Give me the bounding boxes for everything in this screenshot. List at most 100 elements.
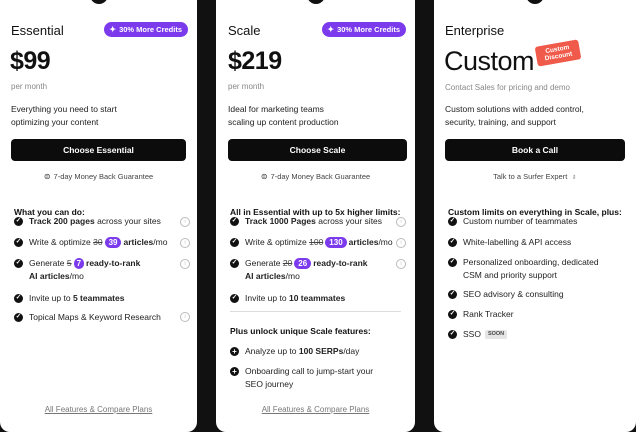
info-icon[interactable]: i [180, 259, 190, 269]
old-value: 100 [309, 237, 324, 247]
feature-item: ✓ SSO SOON [448, 328, 508, 341]
check-icon: ✓ [230, 237, 239, 247]
check-icon: ✓ [448, 216, 457, 226]
feature-text: Onboarding call to jump-start your [245, 366, 374, 376]
feature-bold: articles [348, 237, 379, 247]
plan-description-line: security, training, and support [445, 116, 556, 127]
new-value-pill: 7 [73, 258, 85, 269]
feature-item: ✓ White-labelling & API access [448, 236, 571, 249]
feature-bold: Track 1000 Pages [245, 216, 316, 226]
feature-text: White-labelling & API access [463, 237, 572, 247]
choose-scale-button[interactable]: Choose Scale [228, 139, 407, 161]
info-icon[interactable]: i [396, 217, 406, 227]
soon-badge: SOON [484, 330, 508, 340]
feature-item: ✓ Invite up to 5 teammates [14, 292, 124, 305]
feature-text: SEO journey [245, 378, 294, 389]
plan-name: Enterprise [445, 23, 505, 38]
money-back-guarantee: ⊜ 7-day Money Back Guarantee [0, 172, 197, 181]
feature-text: Generate [245, 258, 281, 268]
credits-badge-label: 30% More Credits [119, 25, 182, 34]
essential-plan-card: Essential ✦ 30% More Credits $99 per mont… [0, 0, 197, 432]
check-icon: ✓ [448, 289, 457, 299]
card-notch [306, 0, 325, 4]
feature-text: Invite up to [245, 293, 287, 303]
feature-text: Write & optimize [29, 237, 91, 247]
check-icon: ✓ [14, 237, 23, 247]
contact-sales-text: Contact Sales for pricing and demo [445, 83, 570, 92]
feature-bold: 100 SERPs [298, 346, 344, 356]
feature-item: ✓ Track 1000 Pages across your sites [230, 215, 382, 228]
feature-item: ✓ Generate 20 26 ready-to-rank AI articles/m… [230, 257, 368, 282]
feature-item: ✓ Custom number of teammates [448, 215, 577, 228]
feature-text: SSO [463, 329, 481, 339]
shield-icon: ⊜ [260, 172, 268, 181]
feature-bold: articles [123, 237, 154, 247]
compare-plans-link[interactable]: All Features & Compare Plans [216, 405, 415, 414]
old-value: 5 [66, 258, 72, 268]
info-icon[interactable]: i [180, 312, 190, 322]
feature-text: Custom number of teammates [463, 216, 578, 226]
plan-description-line: scaling up content production [228, 116, 339, 127]
check-icon: ✓ [448, 257, 457, 267]
plan-description-line: Ideal for marketing teams [228, 104, 324, 114]
divider [230, 311, 401, 312]
feature-bold: 5 teammates [72, 293, 125, 303]
feature-text: /mo [153, 237, 168, 247]
feature-item: ✓ Generate 5 7 ready-to-rank AI articles/mo [14, 257, 140, 282]
feature-text: Write & optimize [245, 237, 307, 247]
new-value-pill: 130 [325, 237, 347, 248]
new-value-pill: 26 [294, 258, 312, 269]
guarantee-text: 7-day Money Back Guarantee [270, 172, 371, 181]
plan-price: $219 [228, 47, 282, 75]
plan-name: Scale [228, 23, 261, 38]
credits-badge: ✦ 30% More Credits [104, 22, 188, 37]
info-icon[interactable]: i [180, 217, 190, 227]
credits-badge-label: 30% More Credits [337, 25, 400, 34]
check-icon: ✓ [448, 237, 457, 247]
feature-text: Personalized onboarding, dedicated [463, 257, 599, 267]
sparkle-icon: ✦ [327, 25, 335, 34]
feature-text: CSM and priority support [463, 269, 558, 280]
lightbulb-icon: ♁ [571, 172, 577, 181]
guarantee-text: 7-day Money Back Guarantee [53, 172, 154, 181]
new-value-pill: 39 [104, 237, 122, 248]
feature-bold: ready-to-rank [86, 258, 141, 268]
info-icon[interactable]: i [396, 238, 406, 248]
check-icon: ✓ [14, 293, 23, 303]
feature-item: ✓ Track 200 pages across your sites [14, 215, 161, 228]
feature-item: + Analyze up to 100 SERPs/day [230, 345, 359, 358]
feature-text: SEO advisory & consulting [463, 289, 564, 299]
feature-text: /mo [378, 237, 393, 247]
plan-price: Custom [444, 46, 535, 76]
feature-text: across your sites [318, 216, 383, 226]
choose-essential-button[interactable]: Choose Essential [11, 139, 186, 161]
plan-description: Everything you need to start optimizing … [11, 103, 191, 128]
plan-description: Ideal for marketing teams scaling up con… [228, 103, 408, 128]
price-period: per month [11, 82, 48, 91]
plan-description-line: Custom solutions with added control, [445, 104, 584, 114]
info-icon[interactable]: i [180, 238, 190, 248]
plan-name: Essential [11, 23, 64, 38]
compare-plans-link[interactable]: All Features & Compare Plans [0, 405, 197, 414]
check-icon: ✓ [448, 329, 457, 339]
feature-text: /mo [69, 270, 84, 281]
feature-text: Topical Maps & Keyword Research [29, 312, 161, 322]
check-icon: ✓ [14, 312, 23, 322]
credits-badge: ✦ 30% More Credits [322, 22, 406, 37]
plus-icon: + [230, 346, 239, 356]
talk-to-expert[interactable]: Talk to a Surfer Expert ♁ [434, 172, 636, 181]
card-notch [526, 0, 544, 4]
feature-text: Generate [29, 258, 65, 268]
feature-item: + Onboarding call to jump-start your SEO j… [230, 365, 373, 390]
unlock-heading: Plus unlock unique Scale features: [230, 326, 371, 336]
check-icon: ✓ [230, 258, 239, 268]
plan-description-line: Everything you need to start [11, 104, 117, 114]
feature-item: ✓ SEO advisory & consulting [448, 288, 564, 301]
feature-bold: AI articles [29, 270, 70, 281]
enterprise-plan-card: Enterprise Custom Contact Sales for pric… [434, 0, 636, 432]
info-icon[interactable]: i [396, 259, 406, 269]
book-a-call-button[interactable]: Book a Call [445, 139, 625, 161]
feature-bold: 10 teammates [288, 293, 346, 303]
money-back-guarantee: ⊜ 7-day Money Back Guarantee [216, 172, 415, 181]
talk-to-expert-text: Talk to a Surfer Expert [493, 172, 568, 181]
